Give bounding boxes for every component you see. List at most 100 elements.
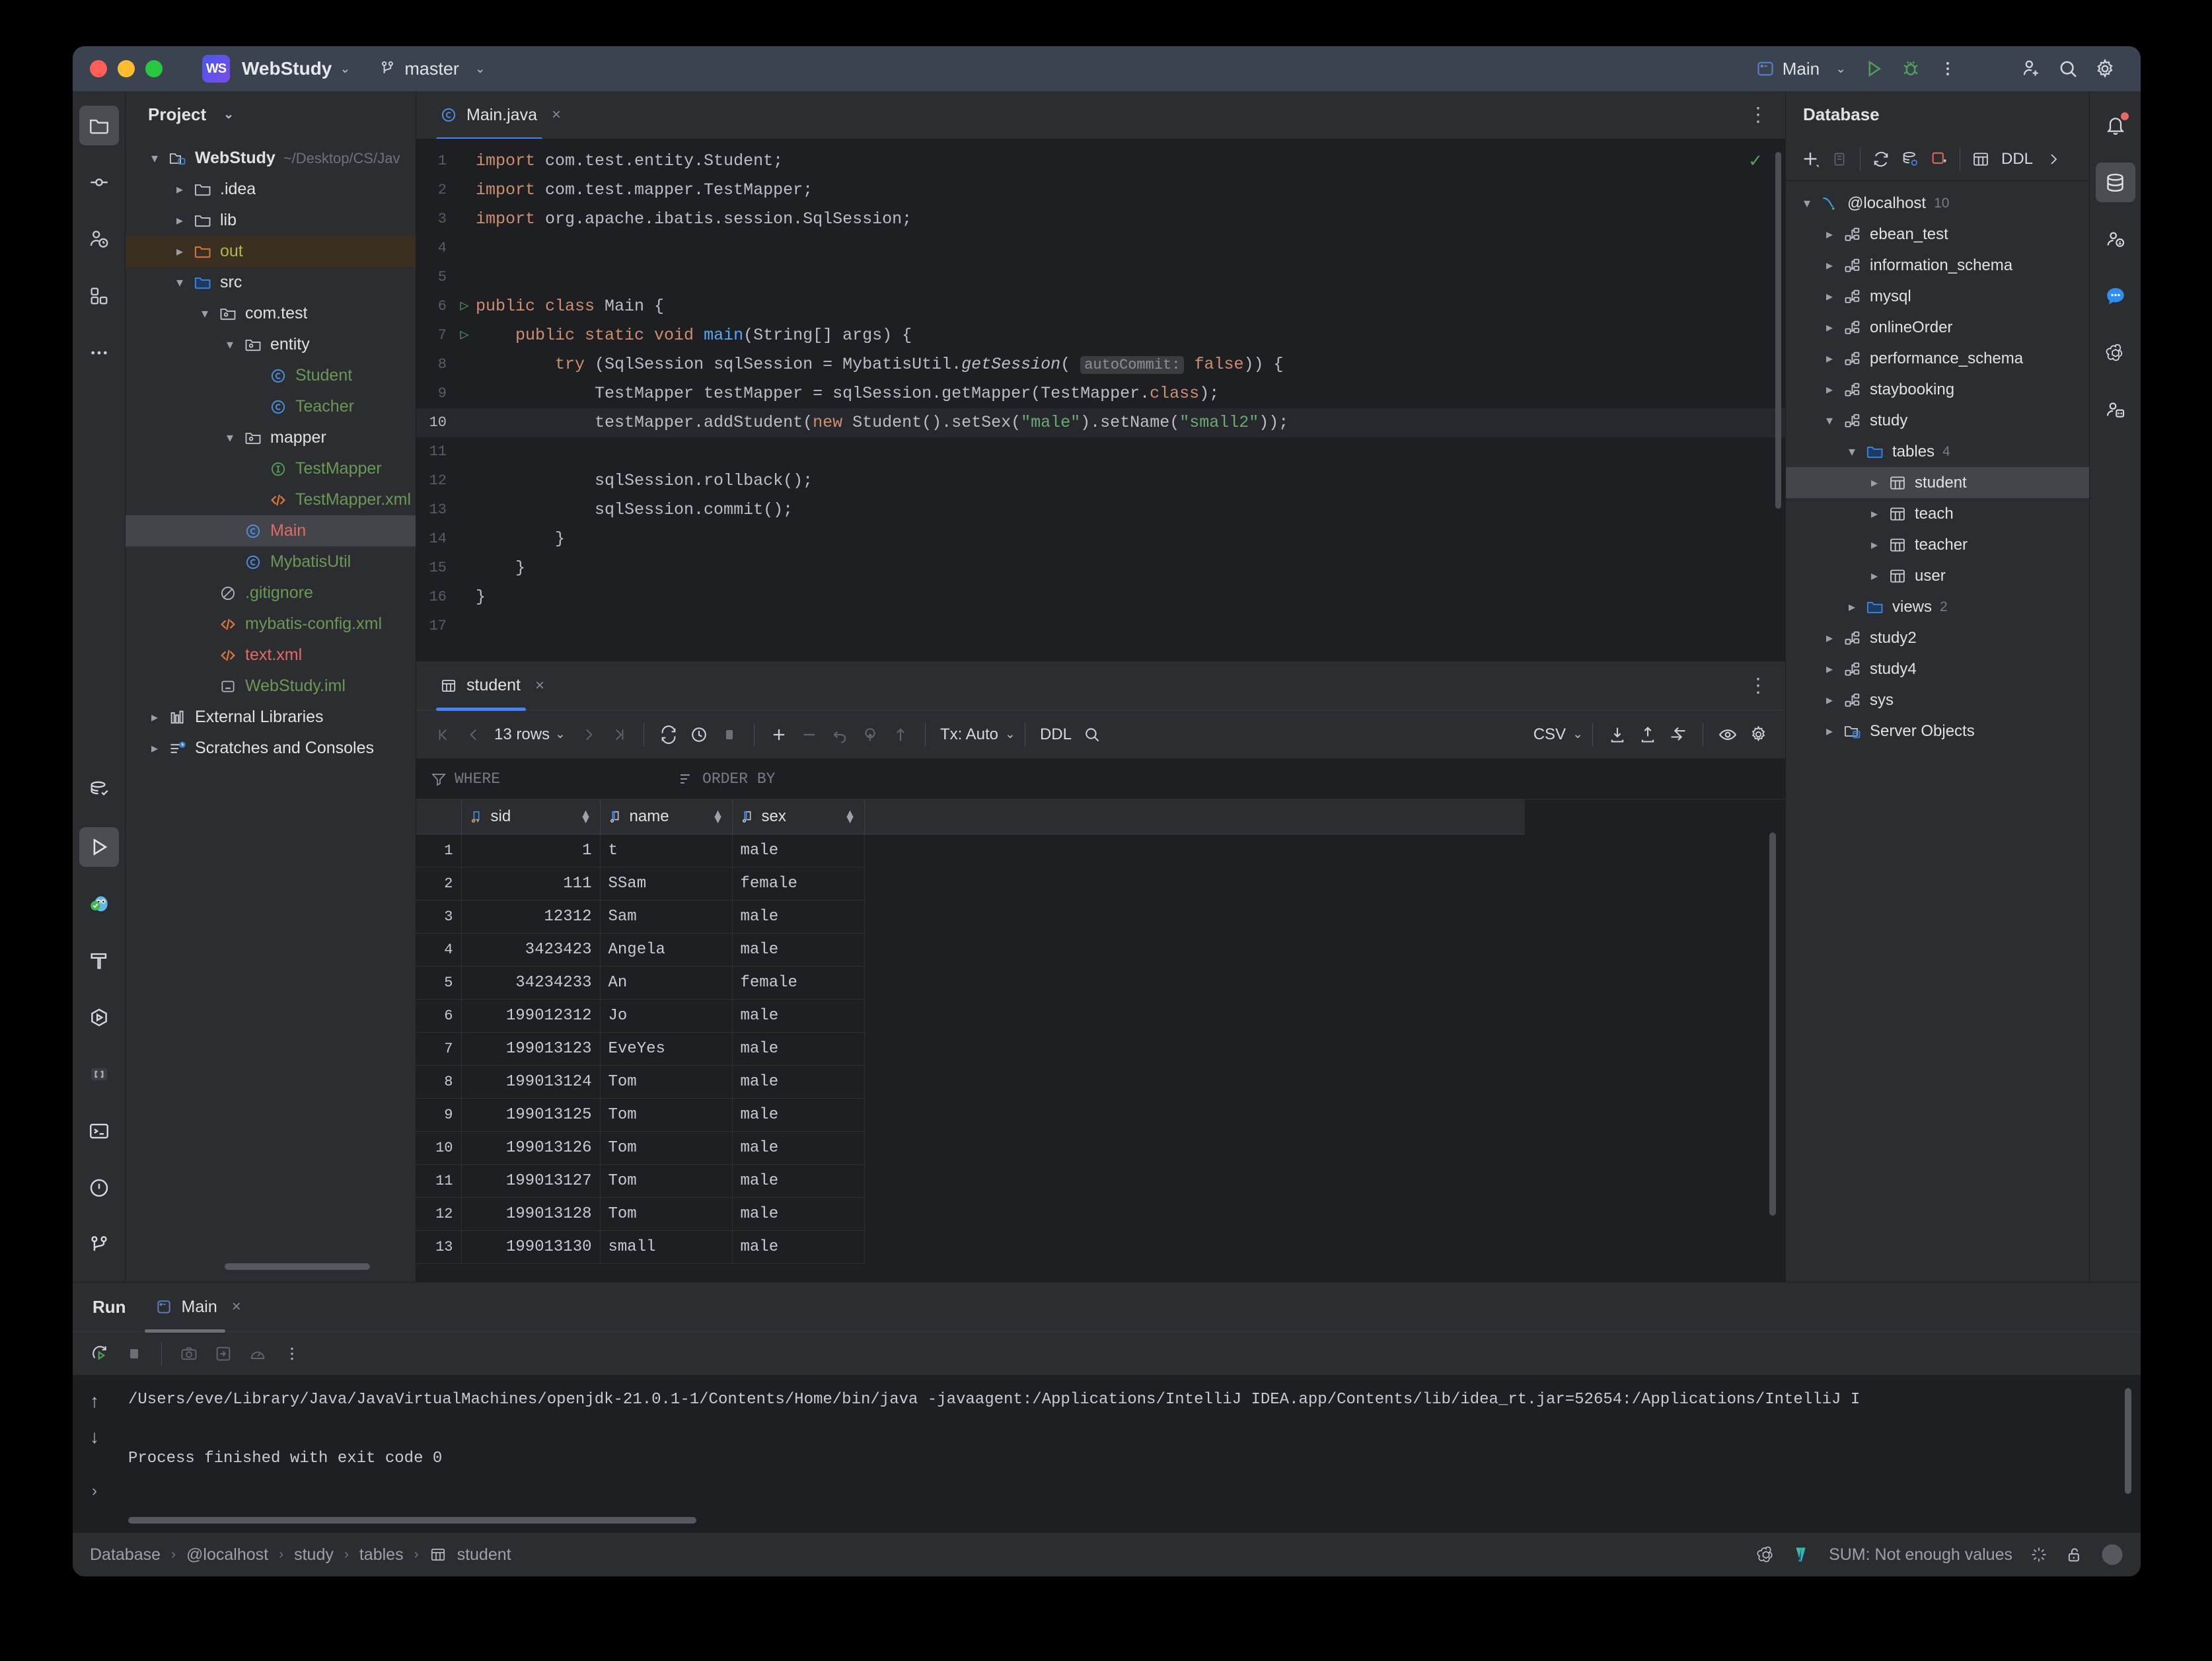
sidebar-item-build[interactable] — [79, 941, 119, 980]
project-tree-item[interactable]: TestMapper — [126, 453, 416, 484]
cell-name[interactable]: EveYes — [600, 1032, 732, 1065]
cell-sex[interactable]: male — [732, 1197, 864, 1230]
snapshot-button[interactable] — [174, 1337, 204, 1371]
cell-sid[interactable]: 3423423 — [461, 933, 600, 966]
expand-console-button[interactable]: › — [92, 1482, 97, 1500]
chevron-down-icon[interactable]: ▾ — [1795, 195, 1819, 211]
project-tree-item[interactable]: ▾src — [126, 267, 416, 298]
table-row[interactable]: 11199013127Tommale — [416, 1164, 1525, 1197]
cell-sid[interactable]: 1 — [461, 834, 600, 867]
add-row-button[interactable] — [764, 718, 794, 752]
chevron-right-icon[interactable]: ▸ — [168, 181, 192, 198]
project-tree-item[interactable]: ▸.idea — [126, 174, 416, 205]
database-tree-item[interactable]: ▸performance_schema — [1786, 343, 2089, 374]
sidebar-item-version-control[interactable] — [79, 1225, 119, 1265]
cell-sex[interactable]: male — [732, 900, 864, 933]
settings-button[interactable] — [2086, 50, 2123, 87]
project-tree-item[interactable]: Teacher — [126, 391, 416, 422]
chevron-right-icon[interactable]: ▸ — [1862, 474, 1886, 491]
cell-name[interactable]: Tom — [600, 1098, 732, 1131]
datasource-properties-button[interactable] — [1896, 144, 1924, 174]
close-window-button[interactable] — [90, 60, 107, 77]
code-line[interactable]: 9 TestMapper testMapper = sqlSession.get… — [416, 379, 1785, 408]
code-line[interactable]: 15 } — [416, 554, 1785, 583]
rerun-button[interactable] — [85, 1337, 115, 1371]
cell-sex[interactable]: female — [732, 966, 864, 999]
row-count-label[interactable]: 13 rows — [489, 725, 555, 744]
chevron-down-icon[interactable]: ▾ — [218, 429, 242, 446]
chevron-right-icon[interactable]: ▸ — [143, 709, 166, 725]
sidebar-item-go[interactable] — [79, 884, 119, 924]
thread-dump-button[interactable] — [208, 1337, 239, 1371]
sidebar-item-database-validation[interactable] — [79, 770, 119, 810]
cell-sid[interactable]: 199013125 — [461, 1098, 600, 1131]
breadcrumb-item[interactable]: tables — [359, 1545, 404, 1565]
chevron-right-icon[interactable]: ▸ — [1818, 692, 1841, 708]
database-tree-item[interactable]: ▾study — [1786, 405, 2089, 436]
project-tree-item[interactable]: .gitignore — [126, 577, 416, 609]
sidebar-item-chat[interactable] — [2096, 276, 2135, 316]
cell-name[interactable]: An — [600, 966, 732, 999]
sidebar-item-codegeex[interactable] — [2096, 390, 2135, 429]
chevron-right-icon[interactable]: ▸ — [1862, 568, 1886, 584]
code-line[interactable]: 8 try (SqlSession sqlSession = MybatisUt… — [416, 350, 1785, 379]
data-grid[interactable]: sid▲▼name▲▼sex▲▼11tmale2111SSamfemale312… — [416, 799, 1785, 1282]
breadcrumb-item[interactable]: @localhost — [186, 1545, 268, 1565]
code-line[interactable]: 14 } — [416, 525, 1785, 554]
chevron-right-icon[interactable]: ▸ — [168, 243, 192, 260]
editor-vertical-scrollbar[interactable] — [1775, 152, 1781, 509]
chevron-down-icon[interactable]: ⌄ — [223, 107, 234, 122]
database-toolbar-more[interactable] — [2040, 144, 2067, 174]
cell-sex[interactable]: male — [732, 834, 864, 867]
run-console[interactable]: ↑ ↓ › /Users/eve/Library/Java/JavaVirtua… — [73, 1375, 2141, 1533]
close-icon[interactable]: × — [535, 677, 544, 695]
project-tree-item[interactable]: ▸out — [126, 236, 416, 267]
project-name[interactable]: WebStudy — [242, 58, 332, 79]
database-tree-item[interactable]: ▸views2 — [1786, 591, 2089, 622]
code-line[interactable]: 12 sqlSession.rollback(); — [416, 466, 1785, 496]
breadcrumb-item[interactable]: student — [457, 1545, 511, 1565]
sidebar-item-scratch[interactable] — [79, 1054, 119, 1094]
disconnect-button[interactable] — [1925, 144, 1953, 174]
column-header[interactable]: name▲▼ — [600, 799, 732, 834]
project-tree-item[interactable]: ▾com.test — [126, 298, 416, 329]
cell-name[interactable]: Tom — [600, 1131, 732, 1164]
grid-settings-button[interactable] — [1743, 718, 1773, 752]
table-row[interactable]: 13199013130smallmale — [416, 1230, 1525, 1263]
chevron-right-icon[interactable]: ▸ — [168, 212, 192, 229]
table-row[interactable]: 312312Sammale — [416, 900, 1525, 933]
table-row[interactable]: 534234233Anfemale — [416, 966, 1525, 999]
close-icon[interactable]: × — [552, 106, 561, 124]
database-tree-item[interactable]: ▸sys — [1786, 684, 2089, 716]
chevron-down-icon[interactable]: ▾ — [218, 336, 242, 353]
database-tree-item[interactable]: ▸user — [1786, 560, 2089, 591]
sidebar-item-commit[interactable] — [79, 163, 119, 202]
sidebar-item-project[interactable] — [79, 106, 119, 145]
chevron-right-icon[interactable]: ▸ — [1818, 723, 1841, 739]
sidebar-item-structure[interactable] — [79, 276, 119, 316]
chevron-right-icon[interactable]: ▸ — [1818, 257, 1841, 274]
chevron-down-icon[interactable]: ▾ — [1840, 443, 1864, 460]
cell-name[interactable]: Tom — [600, 1164, 732, 1197]
database-ddl-button[interactable]: DDL — [1996, 150, 2038, 168]
breadcrumb-item[interactable]: Database — [90, 1545, 161, 1565]
export-format-label[interactable]: CSV — [1528, 725, 1571, 744]
sidebar-item-database[interactable] — [2096, 163, 2135, 202]
revert-button[interactable] — [825, 718, 855, 752]
cell-sex[interactable]: male — [732, 1230, 864, 1263]
data-transfer-button[interactable] — [1663, 718, 1693, 752]
cell-name[interactable]: Jo — [600, 999, 732, 1032]
gutter-run-icon[interactable]: ▷ — [453, 321, 476, 350]
lock-open-icon[interactable] — [2065, 1545, 2084, 1564]
project-tree-item[interactable]: ▾WebStudy~/Desktop/CS/Jav — [126, 143, 416, 174]
import-data-button[interactable] — [1633, 718, 1663, 752]
chevron-down-icon[interactable]: ▾ — [168, 274, 192, 291]
refresh-datasource-button[interactable] — [1867, 144, 1895, 174]
code-line[interactable]: 7▷ public static void main(String[] args… — [416, 321, 1785, 350]
project-horizontal-scrollbar[interactable] — [225, 1263, 370, 1270]
cell-sex[interactable]: male — [732, 999, 864, 1032]
prev-page-button[interactable] — [459, 718, 489, 752]
database-tree-item[interactable]: ▸teacher — [1786, 529, 2089, 560]
chevron-right-icon[interactable]: ▸ — [1862, 536, 1886, 553]
add-datasource-button[interactable] — [1796, 144, 1824, 174]
